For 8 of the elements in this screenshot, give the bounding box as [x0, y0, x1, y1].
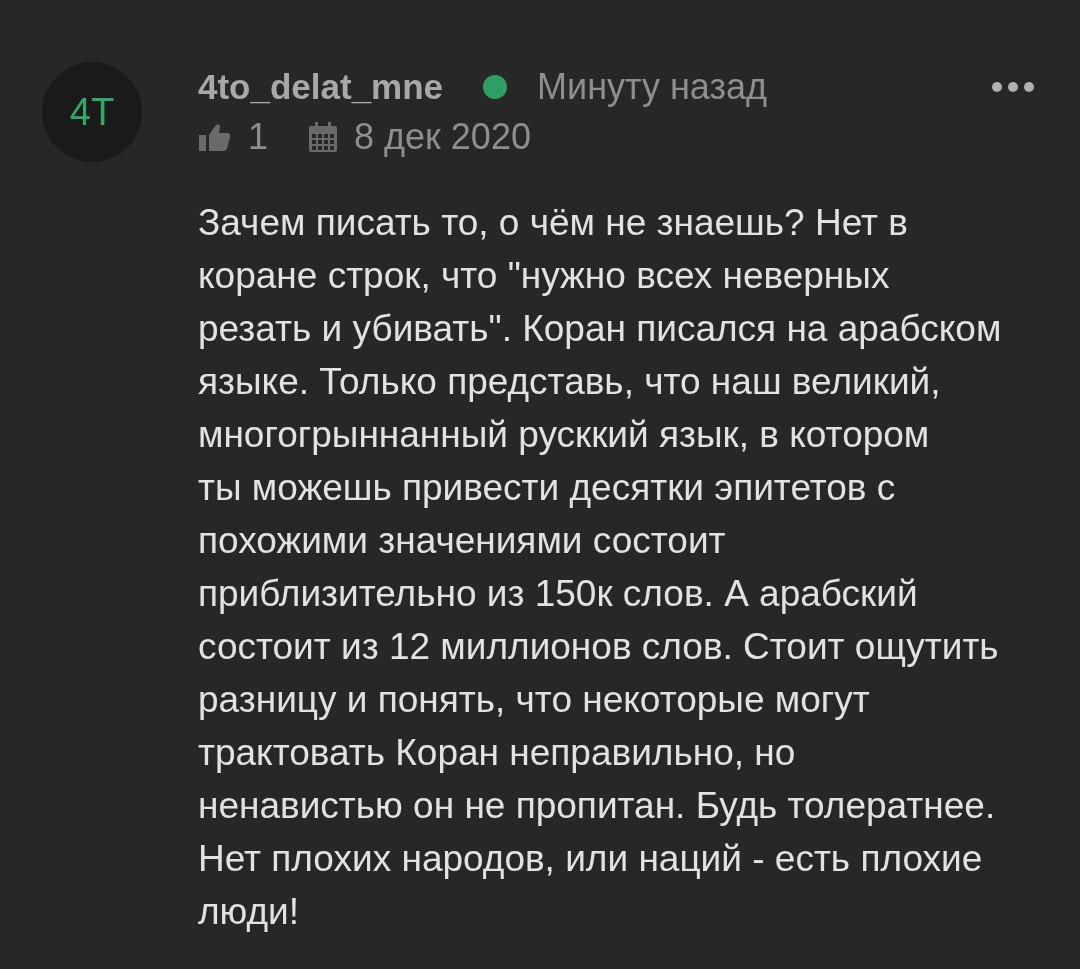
calendar-icon — [308, 121, 339, 153]
thumbs-up-icon[interactable] — [198, 122, 232, 152]
comment-date: 8 дек 2020 — [354, 116, 531, 158]
like-count: 1 — [248, 116, 269, 158]
avatar[interactable]: 4T — [42, 62, 142, 162]
comment-time: Минуту назад — [537, 66, 767, 108]
comment-text: Зачем писать то, о чём не знаешь? Нет в коране строк, что "нужно всех неверных резать и убивать". Коран писался на арабском языке. Только представь, что наш великий, многогрыннанный русккий язык, в котором ты можешь привести десятки эпитетов с похожими значениями состоит приблизительно из 150к слов. А арабский состоит из 12 миллионов слов. Стоит ощутить разницу и понять, что некоторые могут трактовать Коран неправильно, но ненавистью он не пропитан. Будь толератнее. Нет плохих народов, или наций - есть плохие люди! — [198, 201, 1003, 934]
author-name[interactable]: 4to_delat_mne — [198, 67, 444, 107]
